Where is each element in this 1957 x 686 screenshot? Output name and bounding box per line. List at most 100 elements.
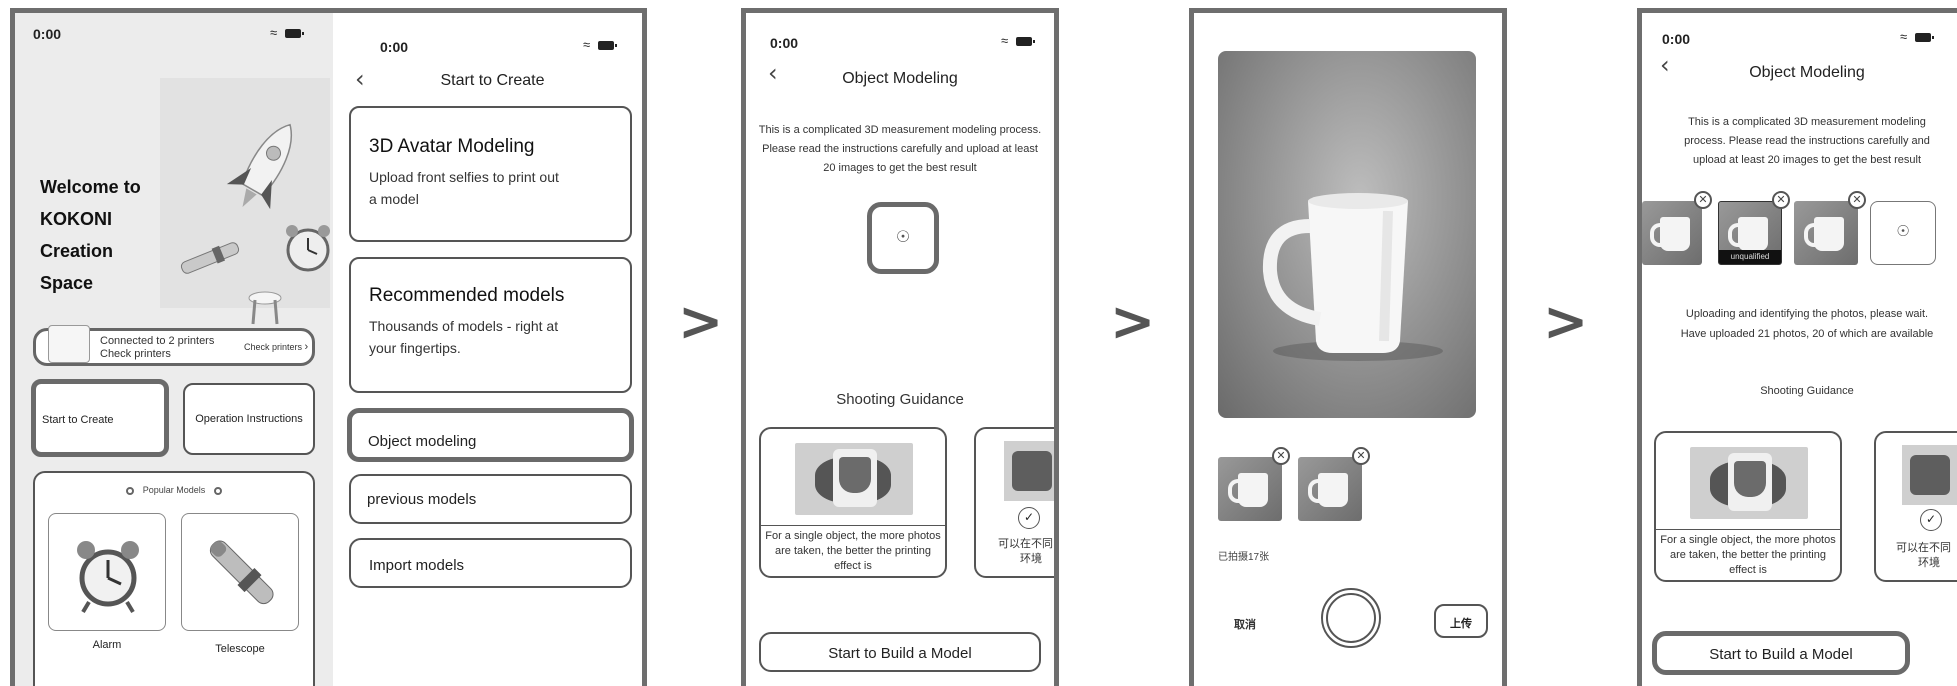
build-model-label: Start to Build a Model <box>1709 646 1853 663</box>
close-icon[interactable]: ✕ <box>1272 447 1290 465</box>
phone-frame-camera: ✕ ✕ 已拍摄17张 取消 上传 <box>1189 8 1507 686</box>
status-time: 0:00 <box>1662 31 1691 47</box>
photo-count: 已拍摄17张 <box>1218 552 1270 563</box>
check-printers-link[interactable]: Check printers › <box>244 341 308 353</box>
phone-frame-home: 0:00 ≈ Welcome to KOKONI Creation Space … <box>10 8 647 686</box>
battery-icon <box>284 29 304 39</box>
uploaded-thumbnail[interactable] <box>1794 201 1858 265</box>
welcome-heading: Welcome to KOKONI Creation Space <box>40 177 141 293</box>
camera-icon: ☉ <box>1896 223 1910 240</box>
rocket-icon <box>226 123 292 210</box>
status-icons: ≈ <box>583 37 617 52</box>
phone-frame-uploading: 0:00 ≈ ‹ Object Modeling This is a compl… <box>1637 8 1957 686</box>
previous-models-label: previous models <box>367 491 477 508</box>
model-card-alarm[interactable] <box>48 513 166 631</box>
status-time: 0:00 <box>33 26 62 42</box>
add-photo-button[interactable]: ☉ <box>867 202 939 274</box>
guidance-card: ✓ 可以在不同 环境 <box>974 427 1054 578</box>
guidance-text: 可以在不同 环境 <box>1896 542 1951 569</box>
start-to-create-button[interactable]: Start to Create <box>31 379 169 457</box>
wifi-icon: ≈ <box>1001 33 1011 48</box>
printers-status: Connected to 2 printers Check printers <box>100 335 215 360</box>
operation-instructions-button[interactable]: Operation Instructions <box>183 383 315 455</box>
status-icons: ≈ <box>270 25 304 40</box>
avatar-modeling-card[interactable]: 3D Avatar Modeling Upload front selfies … <box>349 106 632 242</box>
upload-status-text: Uploading and identifying the photos, pl… <box>1680 308 1934 340</box>
phone-frame-object-modeling: 0:00 ≈ ‹ Object Modeling This is a compl… <box>741 8 1059 686</box>
printer-icon <box>48 325 90 363</box>
model-card-telescope[interactable] <box>181 513 299 631</box>
guidance-image <box>795 443 913 515</box>
battery-icon <box>1015 37 1035 47</box>
flow-arrow: > <box>1110 290 1156 353</box>
close-icon[interactable]: ✕ <box>1694 191 1712 209</box>
build-model-label: Start to Build a Model <box>828 645 972 662</box>
cancel-button[interactable]: 取消 <box>1234 616 1256 632</box>
status-time: 0:00 <box>770 35 799 51</box>
recommended-models-desc: Thousands of models - right at your fing… <box>369 318 559 356</box>
dot-icon <box>126 486 135 495</box>
guidance-text: For a single object, the more photos are… <box>1660 534 1836 576</box>
alarm-clock-illustration-icon <box>286 225 330 272</box>
dot-icon <box>213 486 222 495</box>
build-model-button[interactable]: Start to Build a Model <box>1652 631 1910 675</box>
status-icons: ≈ <box>1001 33 1035 48</box>
import-models-label: Import models <box>369 557 465 574</box>
unqualified-badge: unqualified <box>1719 250 1781 264</box>
start-to-create-label: Start to Create <box>42 414 114 426</box>
page-title: Start to Create <box>440 72 545 89</box>
wifi-icon: ≈ <box>583 37 593 52</box>
object-modeling-button[interactable]: Object modeling <box>347 408 634 462</box>
import-models-button[interactable]: Import models <box>349 538 632 588</box>
recommended-models-title: Recommended models <box>369 285 565 306</box>
guidance-card: For a single object, the more photos are… <box>1654 431 1842 582</box>
check-circle-icon: ✓ <box>1018 507 1040 529</box>
status-time: 0:00 <box>380 39 409 55</box>
model-label-telescope: Telescope <box>215 643 265 655</box>
wifi-icon: ≈ <box>1900 29 1910 44</box>
flow-arrow: > <box>1543 290 1589 353</box>
printers-bar[interactable]: Connected to 2 printers Check printers C… <box>33 325 315 366</box>
battery-icon <box>1914 33 1934 43</box>
battery-icon <box>597 41 617 51</box>
object-modeling-label: Object modeling <box>368 433 477 450</box>
alarm-clock-icon <box>77 541 139 614</box>
build-model-button[interactable]: Start to Build a Model <box>759 632 1041 672</box>
instructions-text: This is a complicated 3D measurement mod… <box>758 124 1042 174</box>
popular-models-panel: Popular Models Alarm Telescope <box>33 471 315 686</box>
chevron-right-icon: › <box>304 341 309 353</box>
captured-thumbnail[interactable] <box>1218 457 1282 521</box>
camera-viewfinder <box>1218 51 1476 418</box>
recommended-models-card[interactable]: Recommended models Thousands of models -… <box>349 257 632 393</box>
guidance-image <box>1004 441 1054 501</box>
uploaded-thumbnail[interactable] <box>1642 201 1702 265</box>
guidance-image <box>1902 445 1957 505</box>
instructions-text: This is a complicated 3D measurement mod… <box>1684 116 1930 166</box>
guidance-text: 可以在不同 环境 <box>998 538 1053 565</box>
wifi-icon: ≈ <box>270 25 280 40</box>
page-title: Object Modeling <box>842 70 958 87</box>
shooting-guidance-title: Shooting Guidance <box>836 391 964 408</box>
close-icon[interactable]: ✕ <box>1352 447 1370 465</box>
close-icon[interactable]: ✕ <box>1772 191 1790 209</box>
page-title: Object Modeling <box>1749 64 1865 81</box>
guidance-image <box>1690 447 1808 519</box>
status-icons: ≈ <box>1900 29 1934 44</box>
camera-icon: ☉ <box>895 229 911 246</box>
mug-photo <box>1262 193 1443 361</box>
add-photo-button[interactable]: ☉ <box>1870 201 1936 265</box>
operation-instructions-label: Operation Instructions <box>195 413 303 425</box>
previous-models-button[interactable]: previous models <box>349 474 632 524</box>
uploaded-thumbnail[interactable]: unqualified <box>1718 201 1782 265</box>
upload-button[interactable]: 上传 <box>1434 604 1488 638</box>
telescope-icon <box>209 540 274 605</box>
guidance-card: For a single object, the more photos are… <box>759 427 947 578</box>
close-icon[interactable]: ✕ <box>1848 191 1866 209</box>
shutter-button[interactable] <box>1321 588 1381 648</box>
stool-illustration-icon <box>248 291 282 325</box>
model-label-alarm: Alarm <box>92 639 122 651</box>
avatar-modeling-title: 3D Avatar Modeling <box>369 136 535 157</box>
shooting-guidance-title: Shooting Guidance <box>1760 385 1854 397</box>
captured-thumbnail[interactable] <box>1298 457 1362 521</box>
flow-arrow: > <box>678 290 724 353</box>
